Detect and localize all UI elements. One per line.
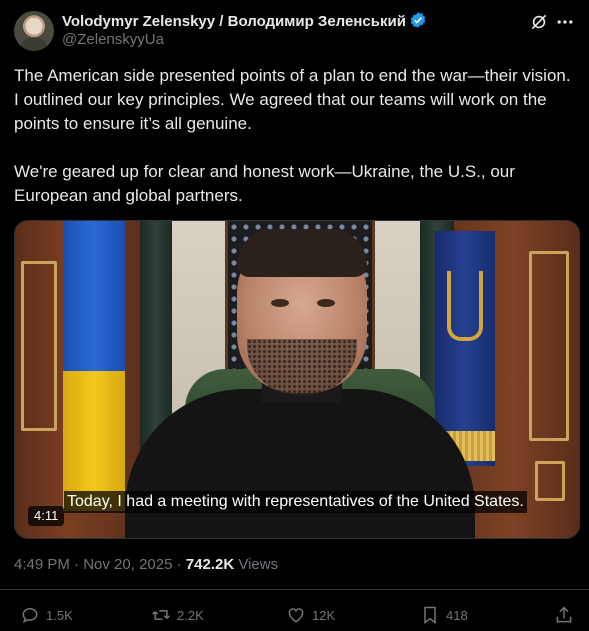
more-icon[interactable] bbox=[555, 12, 575, 32]
bookmark-button[interactable]: 418 bbox=[420, 604, 468, 626]
meta-separator: · bbox=[69, 556, 84, 573]
author-name[interactable]: Volodymyr Zelenskyy / Володимир Зеленськ… bbox=[62, 11, 427, 33]
reply-icon bbox=[22, 607, 38, 624]
person-eye bbox=[317, 299, 335, 307]
like-button[interactable]: 12K bbox=[286, 604, 335, 626]
person-hair bbox=[237, 229, 367, 277]
bookmark-icon bbox=[424, 606, 436, 624]
bookmark-count: 418 bbox=[446, 607, 468, 623]
views-label: Views bbox=[234, 556, 279, 573]
repost-button[interactable]: 2.2K bbox=[151, 604, 204, 626]
ukraine-flag-yellow bbox=[63, 371, 125, 511]
video-subtitle: Today, I had a meeting with representati… bbox=[64, 491, 527, 513]
reply-count: 1.5K bbox=[46, 607, 73, 623]
video-player[interactable]: Today, I had a meeting with representati… bbox=[14, 220, 580, 539]
views-count: 742.2K bbox=[185, 556, 235, 573]
trident-emblem bbox=[447, 271, 483, 341]
repost-icon bbox=[152, 610, 170, 620]
verified-badge-icon bbox=[409, 11, 427, 33]
video-duration: 4:11 bbox=[28, 506, 65, 526]
repost-count: 2.2K bbox=[177, 607, 204, 623]
tweet-time[interactable]: 4:49 PM bbox=[14, 556, 70, 573]
ukraine-flag-blue bbox=[63, 221, 125, 371]
wood-panel bbox=[529, 251, 569, 441]
grok-icon[interactable] bbox=[529, 12, 549, 32]
meta-separator: · bbox=[172, 556, 186, 573]
author-handle[interactable]: @ZelenskyyUa bbox=[62, 31, 164, 48]
like-count: 12K bbox=[312, 607, 336, 623]
person-eye bbox=[271, 299, 289, 307]
tweet-paragraph-1: The American side presented points of a … bbox=[14, 66, 571, 133]
reply-button[interactable]: 1.5K bbox=[20, 604, 73, 626]
divider bbox=[0, 589, 589, 590]
avatar[interactable] bbox=[14, 11, 54, 51]
tweet-text: The American side presented points of a … bbox=[14, 64, 576, 232]
tweet-header: Volodymyr Zelenskyy / Володимир Зеленськ… bbox=[14, 10, 575, 52]
tweet-meta: 4:49 PM · Nov 20, 2025 · 742.2K Views bbox=[14, 556, 278, 573]
heart-icon bbox=[288, 608, 304, 623]
person-body bbox=[125, 389, 475, 538]
wood-panel bbox=[535, 461, 565, 501]
author-name-text[interactable]: Volodymyr Zelenskyy / Володимир Зеленськ… bbox=[62, 13, 406, 30]
tweet-date[interactable]: Nov 20, 2025 bbox=[83, 556, 172, 573]
avatar-shirt bbox=[20, 38, 48, 51]
share-button[interactable] bbox=[554, 604, 574, 626]
share-icon bbox=[556, 606, 572, 623]
tweet-paragraph-2: We're geared up for clear and honest wor… bbox=[14, 162, 515, 205]
wood-panel bbox=[21, 261, 57, 431]
action-bar: 1.5K 2.2K 12K 418 bbox=[0, 600, 589, 631]
